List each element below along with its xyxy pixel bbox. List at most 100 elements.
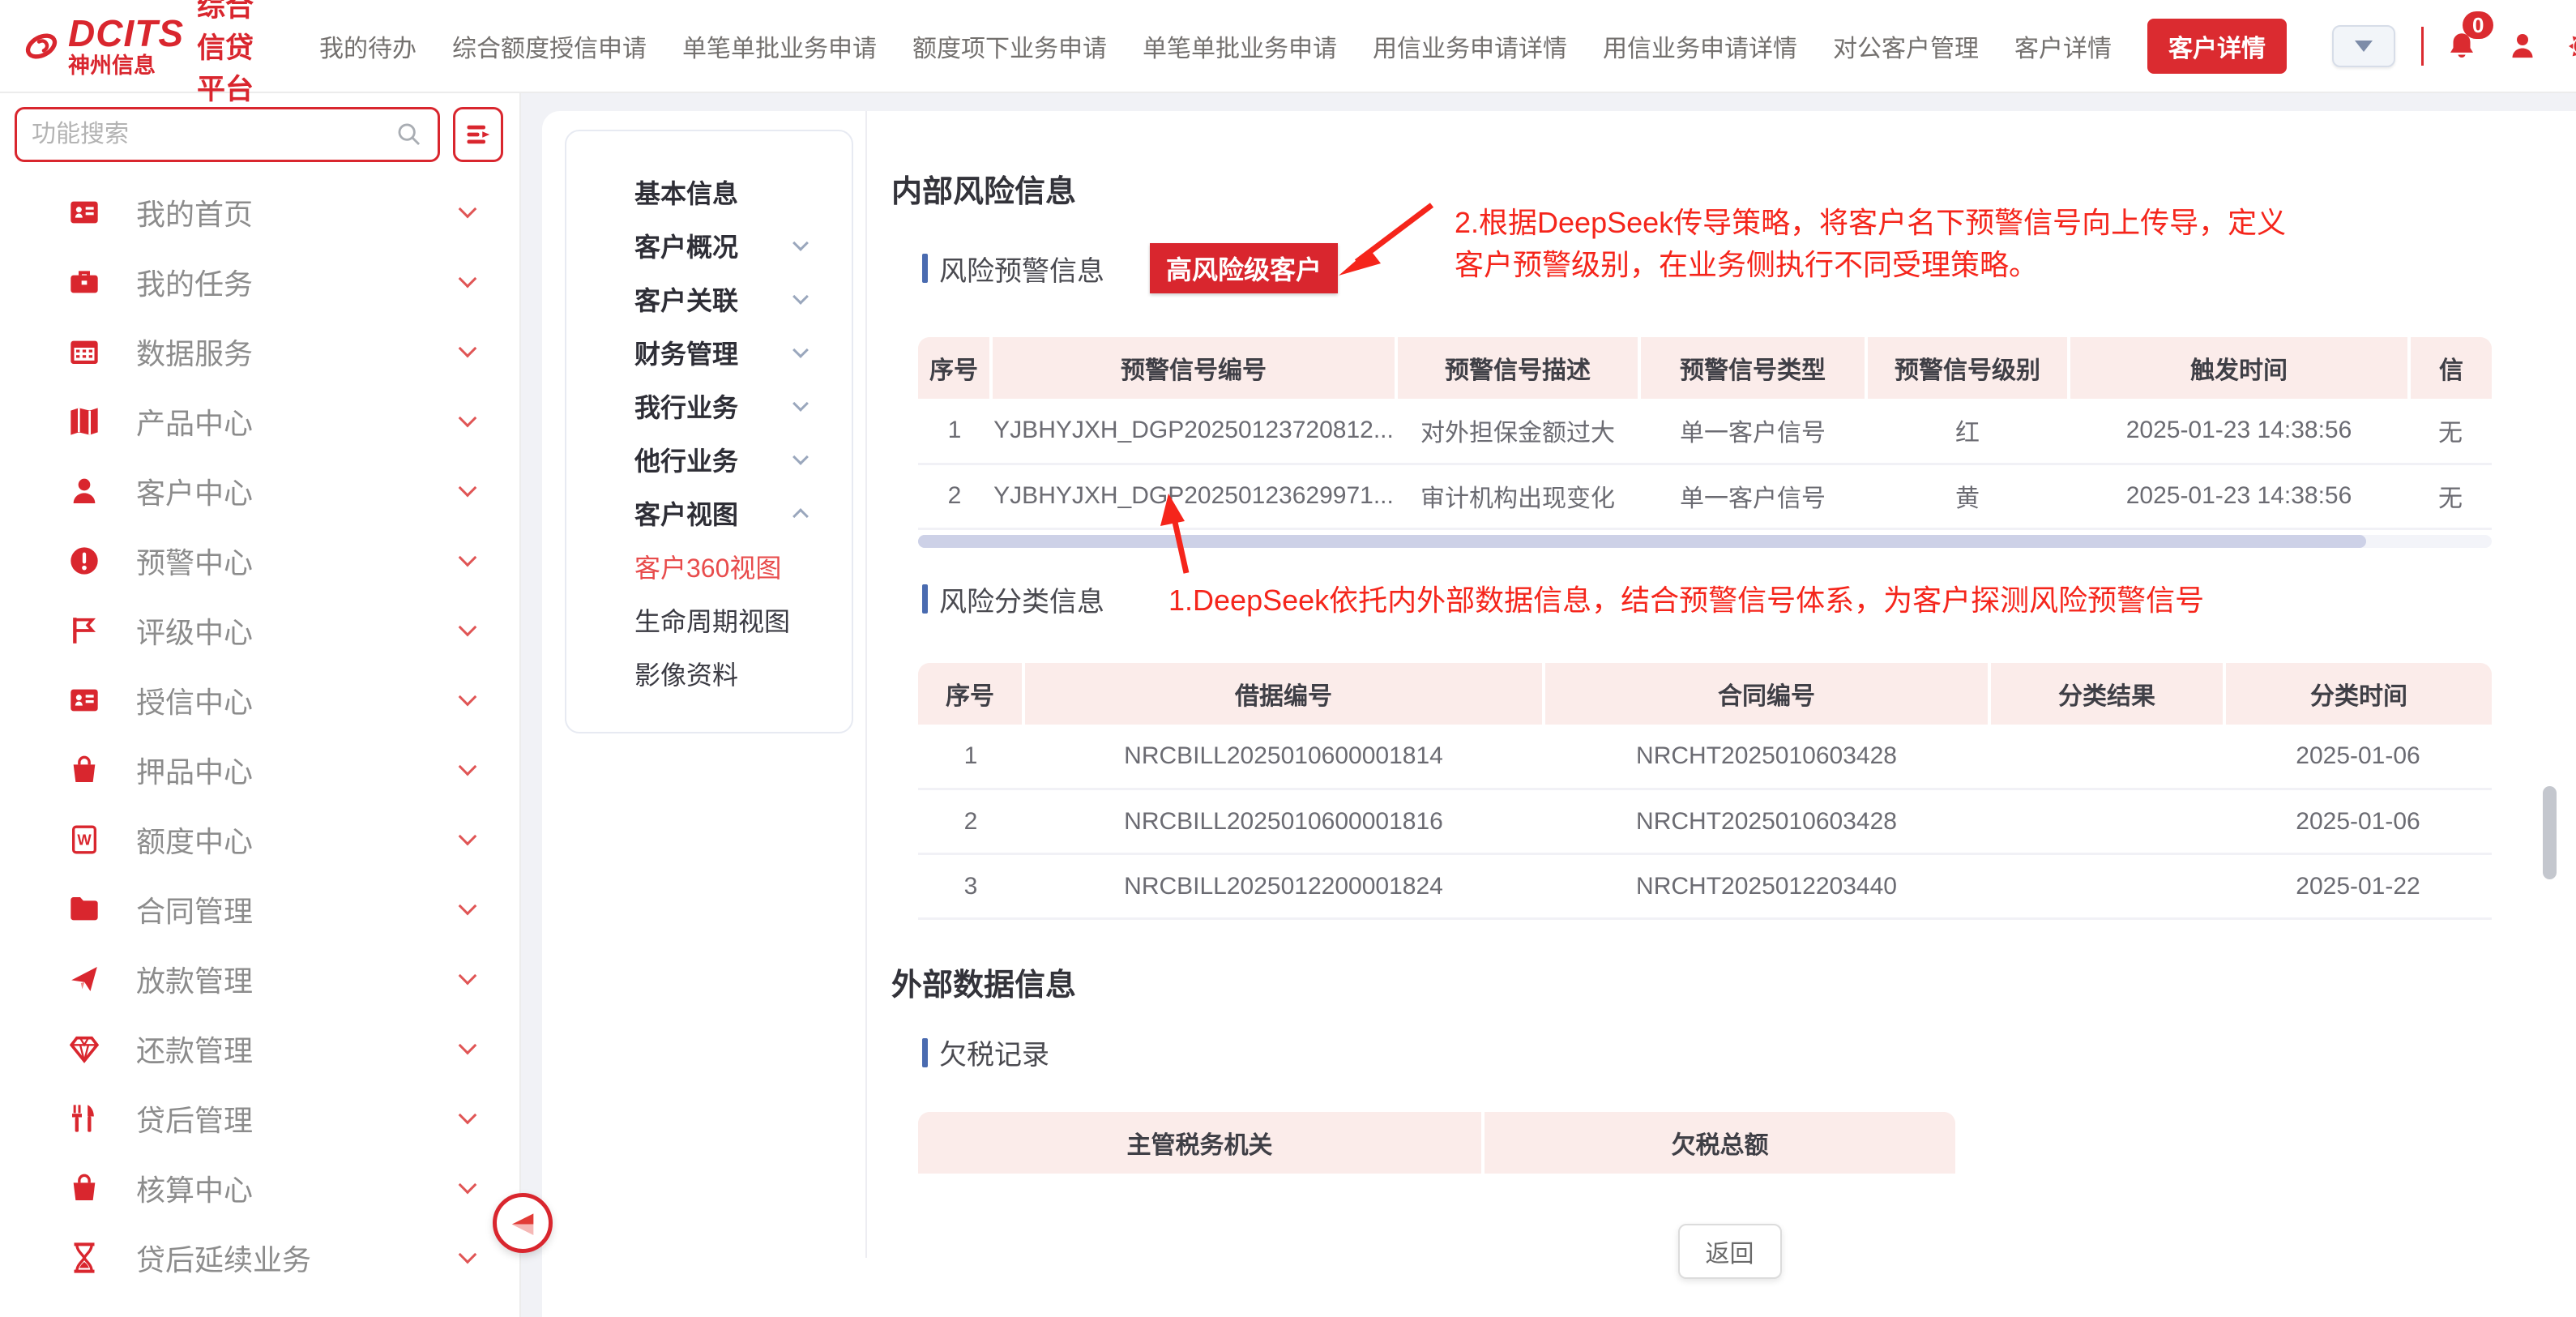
deepseek-annotation-2: 2.根据DeepSeek传导策略，将客户名下预警信号向上传导，定义 客户预警级别… (1455, 202, 2286, 286)
sidebar-item-warnings[interactable]: 预警中心 (0, 526, 519, 596)
horizontal-scrollbar-thumb[interactable] (918, 535, 2366, 548)
nav-tab[interactable]: 用信业务申请详情 (1373, 28, 1567, 64)
chevron-down-icon (459, 1176, 477, 1195)
sidebar-item-label: 评级中心 (136, 609, 461, 652)
sidebar-item-label: 产品中心 (136, 400, 461, 443)
table-header-row: 主管税务机关 欠税总额 (918, 1112, 1955, 1174)
submenu-item-lifecycle-view[interactable]: 生命周期视图 (566, 593, 852, 647)
chevron-down-icon (459, 479, 477, 498)
nav-right-divider (2421, 27, 2424, 66)
submenu-item-basic-info[interactable]: 基本信息 (566, 165, 852, 219)
sidebar-item-post-loan[interactable]: 贷后管理 (0, 1084, 519, 1153)
table-row[interactable]: 2 YJBHYJXH_DGP20250123629971... 审计机构出现变化… (918, 464, 2492, 528)
user-button[interactable] (2506, 30, 2539, 62)
sidebar-item-label: 还款管理 (136, 1028, 461, 1070)
chevron-down-icon (459, 270, 477, 289)
hourglass-icon (68, 1242, 100, 1274)
submenu-item-image-files[interactable]: 影像资料 (566, 647, 852, 700)
active-tab-customer-detail[interactable]: 客户详情 (2147, 19, 2287, 74)
hamburger-arrow-icon (464, 120, 493, 149)
table-row[interactable]: 1 NRCBILL2025010600001814 NRCHT202501060… (918, 725, 2492, 789)
panel-divider (865, 111, 867, 1258)
nav-tab[interactable]: 单笔单批业务申请 (1143, 28, 1337, 64)
high-risk-customer-badge: 高风险级客户 (1150, 243, 1338, 293)
nav-tab[interactable]: 我的待办 (319, 28, 417, 64)
submenu-item-customer-overview[interactable]: 客户概况 (566, 219, 852, 272)
sidebar-item-repayment[interactable]: 还款管理 (0, 1014, 519, 1084)
deepseek-annotation-1: 1.DeepSeek依托内外部数据信息，结合预警信号体系，为客户探测风险预警信号 (1168, 579, 2204, 622)
vertical-scrollbar-thumb[interactable] (2543, 786, 2557, 879)
sidebar-item-label: 贷后管理 (136, 1097, 461, 1140)
plane-icon (68, 963, 100, 995)
table-row[interactable]: 3 NRCBILL2025012200001824 NRCHT202501220… (918, 854, 2492, 919)
nav-tab[interactable]: 单笔单批业务申请 (682, 28, 877, 64)
sidebar-item-loan-continuation[interactable]: 贷后延续业务 (0, 1223, 519, 1293)
chevron-down-icon (792, 289, 809, 305)
risk-classification-table: 序号 借据编号 合同编号 分类结果 分类时间 1 NRCBILL20250106… (918, 663, 2492, 921)
sidebar-item-label: 数据服务 (136, 331, 461, 373)
sidebar-item-credit[interactable]: 授信中心 (0, 665, 519, 735)
notifications-button[interactable]: 0 (2445, 29, 2479, 63)
table-row[interactable]: 1 YJBHYJXH_DGP20250123720812... 对外担保金额过大… (918, 399, 2492, 464)
risk-classification-section-label: 风险分类信息 (939, 579, 1104, 619)
sidebar-item-quota[interactable]: W 额度中心 (0, 805, 519, 874)
person-icon (68, 475, 100, 507)
sidebar-item-products[interactable]: 产品中心 (0, 387, 519, 456)
tax-arrears-section-label: 欠税记录 (939, 1033, 1049, 1072)
sidebar-item-collateral[interactable]: 押品中心 (0, 735, 519, 805)
submenu-item-customer-relations[interactable]: 客户关联 (566, 272, 852, 326)
utensils-icon (68, 1102, 100, 1135)
sidebar-item-customers[interactable]: 客户中心 (0, 456, 519, 526)
company-name-cn: 神州信息 (68, 55, 184, 77)
customer-submenu: 基本信息 客户概况 客户关联 财务管理 我行业务 他行业务 客户视图 客户360… (565, 130, 853, 733)
map-icon (68, 405, 100, 438)
search-input[interactable] (32, 121, 395, 148)
bag-icon (68, 1172, 100, 1204)
chevron-down-icon (459, 827, 477, 846)
submenu-item-customer-360-view[interactable]: 客户360视图 (566, 540, 852, 593)
nav-tab[interactable]: 用信业务申请详情 (1603, 28, 1797, 64)
id-card-icon (68, 684, 100, 716)
sidebar-item-home[interactable]: 我的首页 (0, 177, 519, 247)
table-row[interactable]: 2 NRCBILL2025010600001816 NRCHT202501060… (918, 789, 2492, 854)
sidebar-item-disbursement[interactable]: 放款管理 (0, 944, 519, 1014)
submenu-item-other-bank-business[interactable]: 他行业务 (566, 433, 852, 486)
sidebar-item-accounting[interactable]: 核算中心 (0, 1153, 519, 1223)
nav-tab[interactable]: 综合额度授信申请 (452, 28, 647, 64)
sidebar-item-label: 我的任务 (136, 261, 461, 303)
chevron-down-icon (459, 1037, 477, 1055)
sidebar-collapse-button[interactable] (493, 1193, 553, 1253)
section-bar (922, 584, 928, 614)
notification-count-badge: 0 (2463, 11, 2493, 39)
sidebar-item-label: 客户中心 (136, 470, 461, 512)
svg-text:W: W (77, 832, 92, 849)
menu-collapse-button[interactable] (453, 107, 503, 162)
briefcase-icon (68, 266, 100, 298)
person-icon (2506, 30, 2539, 62)
sidebar-item-rating[interactable]: 评级中心 (0, 596, 519, 665)
submenu-item-finance-mgmt[interactable]: 财务管理 (566, 326, 852, 379)
nav-tab[interactable]: 客户详情 (2014, 28, 2112, 64)
flag-icon (68, 614, 100, 647)
submenu-item-our-bank-business[interactable]: 我行业务 (566, 379, 852, 433)
doc-w-icon: W (68, 823, 100, 856)
settings-button[interactable] (2566, 30, 2576, 62)
sidebar-item-data-service[interactable]: 数据服务 (0, 317, 519, 387)
chevron-down-icon (459, 758, 477, 776)
submenu-item-customer-view[interactable]: 客户视图 (566, 486, 852, 540)
tabs-dropdown-button[interactable] (2332, 25, 2395, 67)
tax-arrears-table: 主管税务机关 欠税总额 (918, 1112, 1955, 1174)
nav-tab[interactable]: 额度项下业务申请 (912, 28, 1107, 64)
back-button[interactable]: 返回 (1678, 1224, 1782, 1279)
chevron-down-icon (459, 549, 477, 567)
sidebar-item-tasks[interactable]: 我的任务 (0, 247, 519, 317)
sidebar-item-label: 我的首页 (136, 191, 461, 233)
chevron-down-icon (792, 396, 809, 412)
horizontal-scrollbar-track[interactable] (918, 535, 2492, 548)
chevron-down-icon (459, 1246, 477, 1264)
chevron-down-icon (2355, 41, 2373, 52)
sidebar-item-label: 贷后延续业务 (136, 1237, 461, 1279)
chevron-down-icon (459, 1106, 477, 1125)
sidebar-item-contracts[interactable]: 合同管理 (0, 874, 519, 944)
nav-tab[interactable]: 对公客户管理 (1833, 28, 1979, 64)
